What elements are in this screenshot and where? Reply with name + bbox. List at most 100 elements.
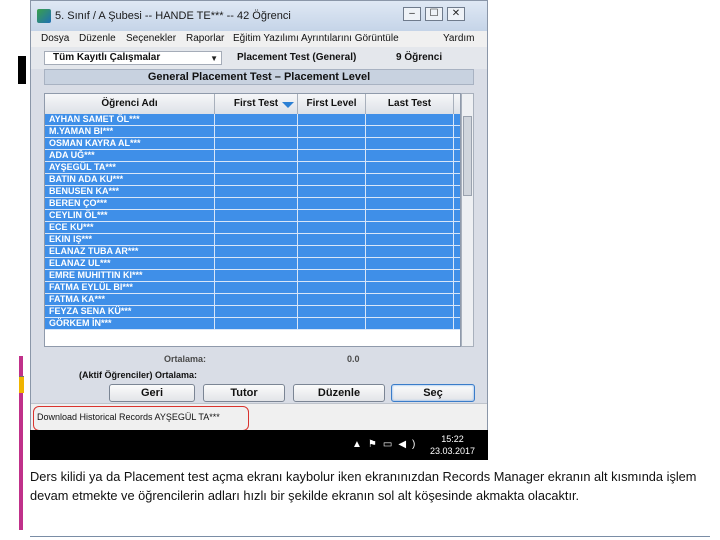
table-cell: [215, 306, 298, 318]
student-name-cell: ADA UĞ***: [45, 150, 215, 162]
student-name-cell: FATMA EYLÜL BI***: [45, 282, 215, 294]
student-name-cell: BENUSEN KA***: [45, 186, 215, 198]
table-cell: [366, 174, 454, 186]
table-row[interactable]: AYŞEGÜL TA***: [45, 162, 460, 174]
menu-options[interactable]: Seçenekler: [126, 33, 176, 44]
table-cell: [366, 318, 454, 330]
menu-bar: Dosya Düzenle Seçenekler Raporlar Eğitim…: [31, 31, 487, 47]
volume-icon[interactable]: ◀): [398, 439, 421, 450]
system-tray: ▲⚑▭◀): [352, 439, 421, 450]
average-value: 0.0: [347, 354, 360, 364]
scrollbar-thumb[interactable]: [463, 116, 472, 196]
student-name-cell: EMRE MUHITTIN KI***: [45, 270, 215, 282]
divider: [30, 536, 710, 537]
table-cell: [298, 150, 366, 162]
menu-help[interactable]: Yardım: [443, 33, 475, 44]
taskbar: ▲⚑▭◀) 15:22 23.03.2017: [30, 430, 488, 460]
table-row[interactable]: FATMA EYLÜL BI***: [45, 282, 460, 294]
column-header-first-test[interactable]: First Test: [215, 94, 298, 114]
taskbar-clock[interactable]: 15:22 23.03.2017: [430, 433, 475, 457]
table-cell: [366, 150, 454, 162]
decorative-bar: [19, 377, 24, 393]
back-button[interactable]: Geri: [109, 384, 195, 402]
table-row[interactable]: EKIN IŞ***: [45, 234, 460, 246]
table-row[interactable]: CEYLIN ÖL***: [45, 210, 460, 222]
menu-edit[interactable]: Düzenle: [79, 33, 116, 44]
table-cell: [366, 210, 454, 222]
tutor-button[interactable]: Tutor: [203, 384, 285, 402]
table-cell: [454, 162, 460, 174]
table-cell: [366, 270, 454, 282]
table-cell: [366, 162, 454, 174]
slide-caption: Ders kilidi ya da Placement test açma ek…: [30, 469, 697, 503]
column-header-last-test[interactable]: Last Test: [366, 94, 454, 114]
minimize-icon[interactable]: –: [403, 7, 421, 21]
table-cell: [298, 210, 366, 222]
table-cell: [454, 234, 460, 246]
average-label: Ortalama:: [164, 354, 207, 364]
table-cell: [454, 126, 460, 138]
table-cell: [454, 114, 460, 126]
student-name-cell: BEREN ÇO***: [45, 198, 215, 210]
table-row[interactable]: BEREN ÇO***: [45, 198, 460, 210]
menu-reports[interactable]: Raporlar: [186, 33, 224, 44]
table-cell: [215, 282, 298, 294]
table-cell: [298, 126, 366, 138]
student-name-cell: FATMA KA***: [45, 294, 215, 306]
student-name-cell: ELANAZ TUBA AR***: [45, 246, 215, 258]
table-row[interactable]: EMRE MUHITTIN KI***: [45, 270, 460, 282]
table-cell: [366, 126, 454, 138]
table-row[interactable]: BENUSEN KA***: [45, 186, 460, 198]
maximize-icon[interactable]: ☐: [425, 7, 443, 21]
filter-bar: Tüm Kayıtlı Çalışmalar ▼ Placement Test …: [31, 47, 487, 69]
records-manager-window: 5. Sınıf / A Şubesi -- HANDE TE*** -- 42…: [30, 0, 488, 431]
table-cell: [215, 114, 298, 126]
student-name-cell: EKIN IŞ***: [45, 234, 215, 246]
close-icon[interactable]: ✕: [447, 7, 465, 21]
table-cell: [215, 294, 298, 306]
menu-software-details[interactable]: Eğitim Yazılımı Ayrıntılarını Görüntüle: [233, 33, 399, 44]
table-row[interactable]: ADA UĞ***: [45, 150, 460, 162]
active-average-label: (Aktif Öğrenciler) Ortalama:: [79, 370, 198, 380]
table-cell: [298, 138, 366, 150]
table-cell: [298, 198, 366, 210]
table-row[interactable]: M.YAMAN BI***: [45, 126, 460, 138]
table-row[interactable]: ELANAZ TUBA AR***: [45, 246, 460, 258]
student-name-cell: BATIN ADA KU***: [45, 174, 215, 186]
table-cell: [298, 222, 366, 234]
column-header-last-level[interactable]: L: [454, 94, 460, 114]
table-cell: [366, 138, 454, 150]
table-row[interactable]: AYHAN SAMET ÖL***: [45, 114, 460, 126]
table-header: Öğrenci Adı First Test First Level Last …: [45, 94, 460, 115]
network-icon[interactable]: ▭: [383, 439, 398, 450]
student-name-cell: GÖRKEM İN***: [45, 318, 215, 330]
title-bar[interactable]: 5. Sınıf / A Şubesi -- HANDE TE*** -- 42…: [31, 1, 487, 31]
column-header-student-name[interactable]: Öğrenci Adı: [45, 94, 215, 114]
table-cell: [366, 306, 454, 318]
column-header-first-level[interactable]: First Level: [298, 94, 366, 114]
table-cell: [215, 210, 298, 222]
vertical-scrollbar[interactable]: [461, 93, 474, 347]
table-cell: [454, 258, 460, 270]
decorative-bar: [18, 56, 26, 84]
table-row[interactable]: ECE KU***: [45, 222, 460, 234]
show-hidden-icon[interactable]: ▲: [352, 439, 368, 450]
select-button[interactable]: Seç: [391, 384, 475, 402]
table-cell: [454, 282, 460, 294]
table-cell: [215, 174, 298, 186]
table-row[interactable]: GÖRKEM İN***: [45, 318, 460, 330]
students-select[interactable]: Tüm Kayıtlı Çalışmalar ▼: [44, 51, 222, 65]
table-cell: [215, 246, 298, 258]
menu-file[interactable]: Dosya: [41, 33, 69, 44]
table-row[interactable]: FATMA KA***: [45, 294, 460, 306]
table-row[interactable]: FEYZA SENA KÜ***: [45, 306, 460, 318]
table-row[interactable]: ELANAZ UL***: [45, 258, 460, 270]
edit-button[interactable]: Düzenle: [293, 384, 385, 402]
table-cell: [298, 162, 366, 174]
table-cell: [366, 234, 454, 246]
column-header-label: First Test: [233, 98, 279, 109]
flag-icon[interactable]: ⚑: [368, 439, 383, 450]
student-name-cell: AYHAN SAMET ÖL***: [45, 114, 215, 126]
table-row[interactable]: OSMAN KAYRA AL***: [45, 138, 460, 150]
table-row[interactable]: BATIN ADA KU***: [45, 174, 460, 186]
